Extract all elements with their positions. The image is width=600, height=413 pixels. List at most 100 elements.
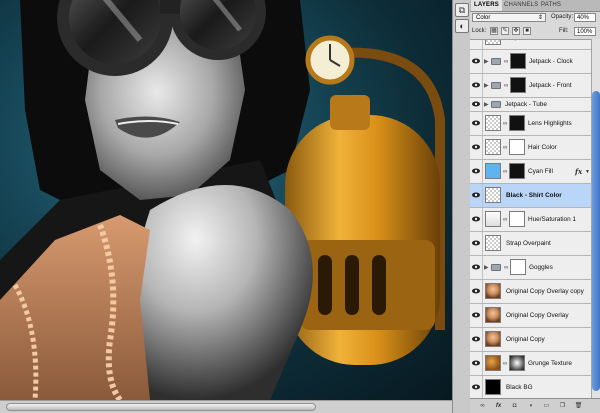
- eye-icon[interactable]: [470, 136, 483, 159]
- layer-row[interactable]: Original Copy Overlay copy: [470, 280, 591, 304]
- add-mask-icon[interactable]: ◘: [510, 402, 519, 410]
- document-canvas[interactable]: [0, 0, 452, 400]
- layer-name: Black BG: [506, 384, 533, 391]
- lock-pixels-icon[interactable]: ✎: [501, 27, 509, 35]
- link-icon[interactable]: ∞: [504, 83, 508, 90]
- eye-icon[interactable]: [470, 112, 483, 135]
- layer-row[interactable]: Original Copy: [470, 328, 591, 352]
- trash-icon[interactable]: 🗑: [574, 402, 583, 410]
- brush-presets-icon[interactable]: ◐: [455, 19, 469, 33]
- layer-name: Black - Shirt Color: [506, 192, 562, 199]
- layer-row[interactable]: Black BG: [470, 376, 591, 399]
- eye-icon[interactable]: [470, 98, 483, 111]
- add-style-icon[interactable]: fx: [494, 402, 503, 410]
- layer-row[interactable]: ∞ Lens Highlights: [470, 112, 591, 136]
- layer-mask-thumbnail[interactable]: [509, 163, 525, 179]
- history-icon[interactable]: ⧉: [455, 3, 469, 17]
- lock-label: Lock:: [472, 28, 487, 34]
- adjustment-icon[interactable]: [485, 211, 501, 227]
- new-group-icon[interactable]: ▭: [542, 402, 551, 410]
- layer-thumbnail: [485, 187, 501, 203]
- horizontal-scroll-thumb[interactable]: [6, 403, 316, 411]
- eye-icon[interactable]: [470, 74, 483, 97]
- link-icon[interactable]: ∞: [503, 169, 507, 176]
- layer-name: Hue/Saturation 1: [528, 216, 576, 223]
- tab-channels[interactable]: CHANNELS: [501, 0, 541, 11]
- layer-mask-thumbnail[interactable]: [509, 355, 525, 371]
- layer-thumbnail: [485, 355, 501, 371]
- layer-thumbnail: [485, 235, 501, 251]
- layer-mask-thumbnail[interactable]: [510, 259, 526, 275]
- blend-mode-value: Color: [476, 15, 491, 21]
- eye-icon[interactable]: [470, 40, 483, 49]
- layer-name: Original Copy Overlay copy: [506, 288, 584, 295]
- fill-color-thumbnail[interactable]: [485, 163, 501, 179]
- eye-icon[interactable]: [470, 352, 483, 375]
- layer-row[interactable]: ∞ Hue/Saturation 1: [470, 208, 591, 232]
- tab-paths[interactable]: PATHS: [538, 0, 564, 11]
- layer-row[interactable]: ∞ Hair Color: [470, 136, 591, 160]
- layer-row[interactable]: ∞ Grunge Texture: [470, 352, 591, 376]
- adjustment-icon[interactable]: ◑: [526, 402, 535, 410]
- vertical-scroll-thumb[interactable]: [592, 91, 600, 391]
- expand-arrow-icon[interactable]: ▶: [484, 58, 489, 65]
- link-icon[interactable]: ∞: [503, 121, 507, 128]
- eye-icon[interactable]: [470, 376, 483, 399]
- folder-icon: [491, 58, 501, 65]
- layer-row[interactable]: Original Copy Overlay: [470, 304, 591, 328]
- lock-position-icon[interactable]: ✥: [512, 27, 520, 35]
- layer-row[interactable]: ▶ ∞ Goggles: [470, 256, 591, 280]
- eye-icon[interactable]: [470, 328, 483, 351]
- link-layers-icon[interactable]: ∞: [478, 402, 487, 410]
- opacity-field[interactable]: 40%: [574, 13, 596, 22]
- layers-vertical-scrollbar[interactable]: [591, 39, 600, 398]
- link-icon[interactable]: ∞: [503, 145, 507, 152]
- fx-icon[interactable]: fx: [575, 167, 582, 176]
- lock-transparency-icon[interactable]: ▦: [490, 27, 498, 35]
- expand-arrow-icon[interactable]: ▶: [484, 264, 489, 271]
- layer-row[interactable]: Strap Overpaint: [470, 232, 591, 256]
- lock-options-row: Lock: ▦ ✎ ✥ ■ Fill: 100%: [470, 26, 600, 38]
- blend-mode-select[interactable]: Color ⇕: [472, 13, 546, 22]
- layer-row[interactable]: ▶ Jetpack - Tube: [470, 98, 591, 112]
- layer-mask-thumbnail[interactable]: [510, 77, 526, 93]
- fill-field[interactable]: 100%: [574, 27, 596, 36]
- layer-thumbnail: [485, 379, 501, 395]
- layer-row[interactable]: ∞ Cyan Fill fx ▼: [470, 160, 591, 184]
- fill-label: Fill:: [559, 28, 569, 34]
- collapsed-panel-strip: ⧉ ◐: [452, 0, 471, 413]
- eye-icon[interactable]: [470, 304, 483, 327]
- layer-mask-thumbnail[interactable]: [510, 53, 526, 69]
- chevron-down-icon[interactable]: ▼: [585, 169, 590, 175]
- eye-icon[interactable]: [470, 184, 483, 207]
- layer-name: Goggles: [529, 264, 553, 271]
- blend-options-row: Color ⇕ Opacity: 40%: [470, 12, 600, 24]
- eye-icon[interactable]: [470, 256, 483, 279]
- expand-arrow-icon[interactable]: ▶: [484, 82, 489, 89]
- link-icon[interactable]: ∞: [504, 59, 508, 66]
- layer-row-selected[interactable]: Black - Shirt Color: [470, 184, 591, 208]
- eye-icon[interactable]: [470, 232, 483, 255]
- eye-icon[interactable]: [470, 160, 483, 183]
- eye-icon[interactable]: [470, 50, 483, 73]
- layer-name: Original Copy: [506, 336, 545, 343]
- tab-layers[interactable]: LAYERS: [471, 0, 502, 11]
- link-icon[interactable]: ∞: [503, 361, 507, 368]
- eye-icon[interactable]: [470, 208, 483, 231]
- link-icon[interactable]: ∞: [503, 217, 507, 224]
- layer-mask-thumbnail[interactable]: [509, 211, 525, 227]
- layer-name: Jetpack - Clock: [529, 58, 573, 65]
- chevron-updown-icon: ⇕: [537, 15, 543, 21]
- layer-row[interactable]: ▶ ∞ Jetpack - Front: [470, 74, 591, 98]
- new-layer-icon[interactable]: ❐: [558, 402, 567, 410]
- layer-row[interactable]: ▶ ∞ Jetpack - Clock: [470, 50, 591, 74]
- layer-row[interactable]: Jetpack - Detail Shadow: [470, 40, 591, 50]
- lock-all-icon[interactable]: ■: [523, 27, 531, 35]
- eye-icon[interactable]: [470, 280, 483, 303]
- folder-icon: [491, 82, 501, 89]
- link-icon[interactable]: ∞: [504, 265, 508, 272]
- layer-mask-thumbnail[interactable]: [509, 115, 525, 131]
- layer-mask-thumbnail[interactable]: [509, 139, 525, 155]
- expand-arrow-icon[interactable]: ▶: [484, 101, 489, 108]
- canvas-horizontal-scrollbar[interactable]: [0, 400, 452, 413]
